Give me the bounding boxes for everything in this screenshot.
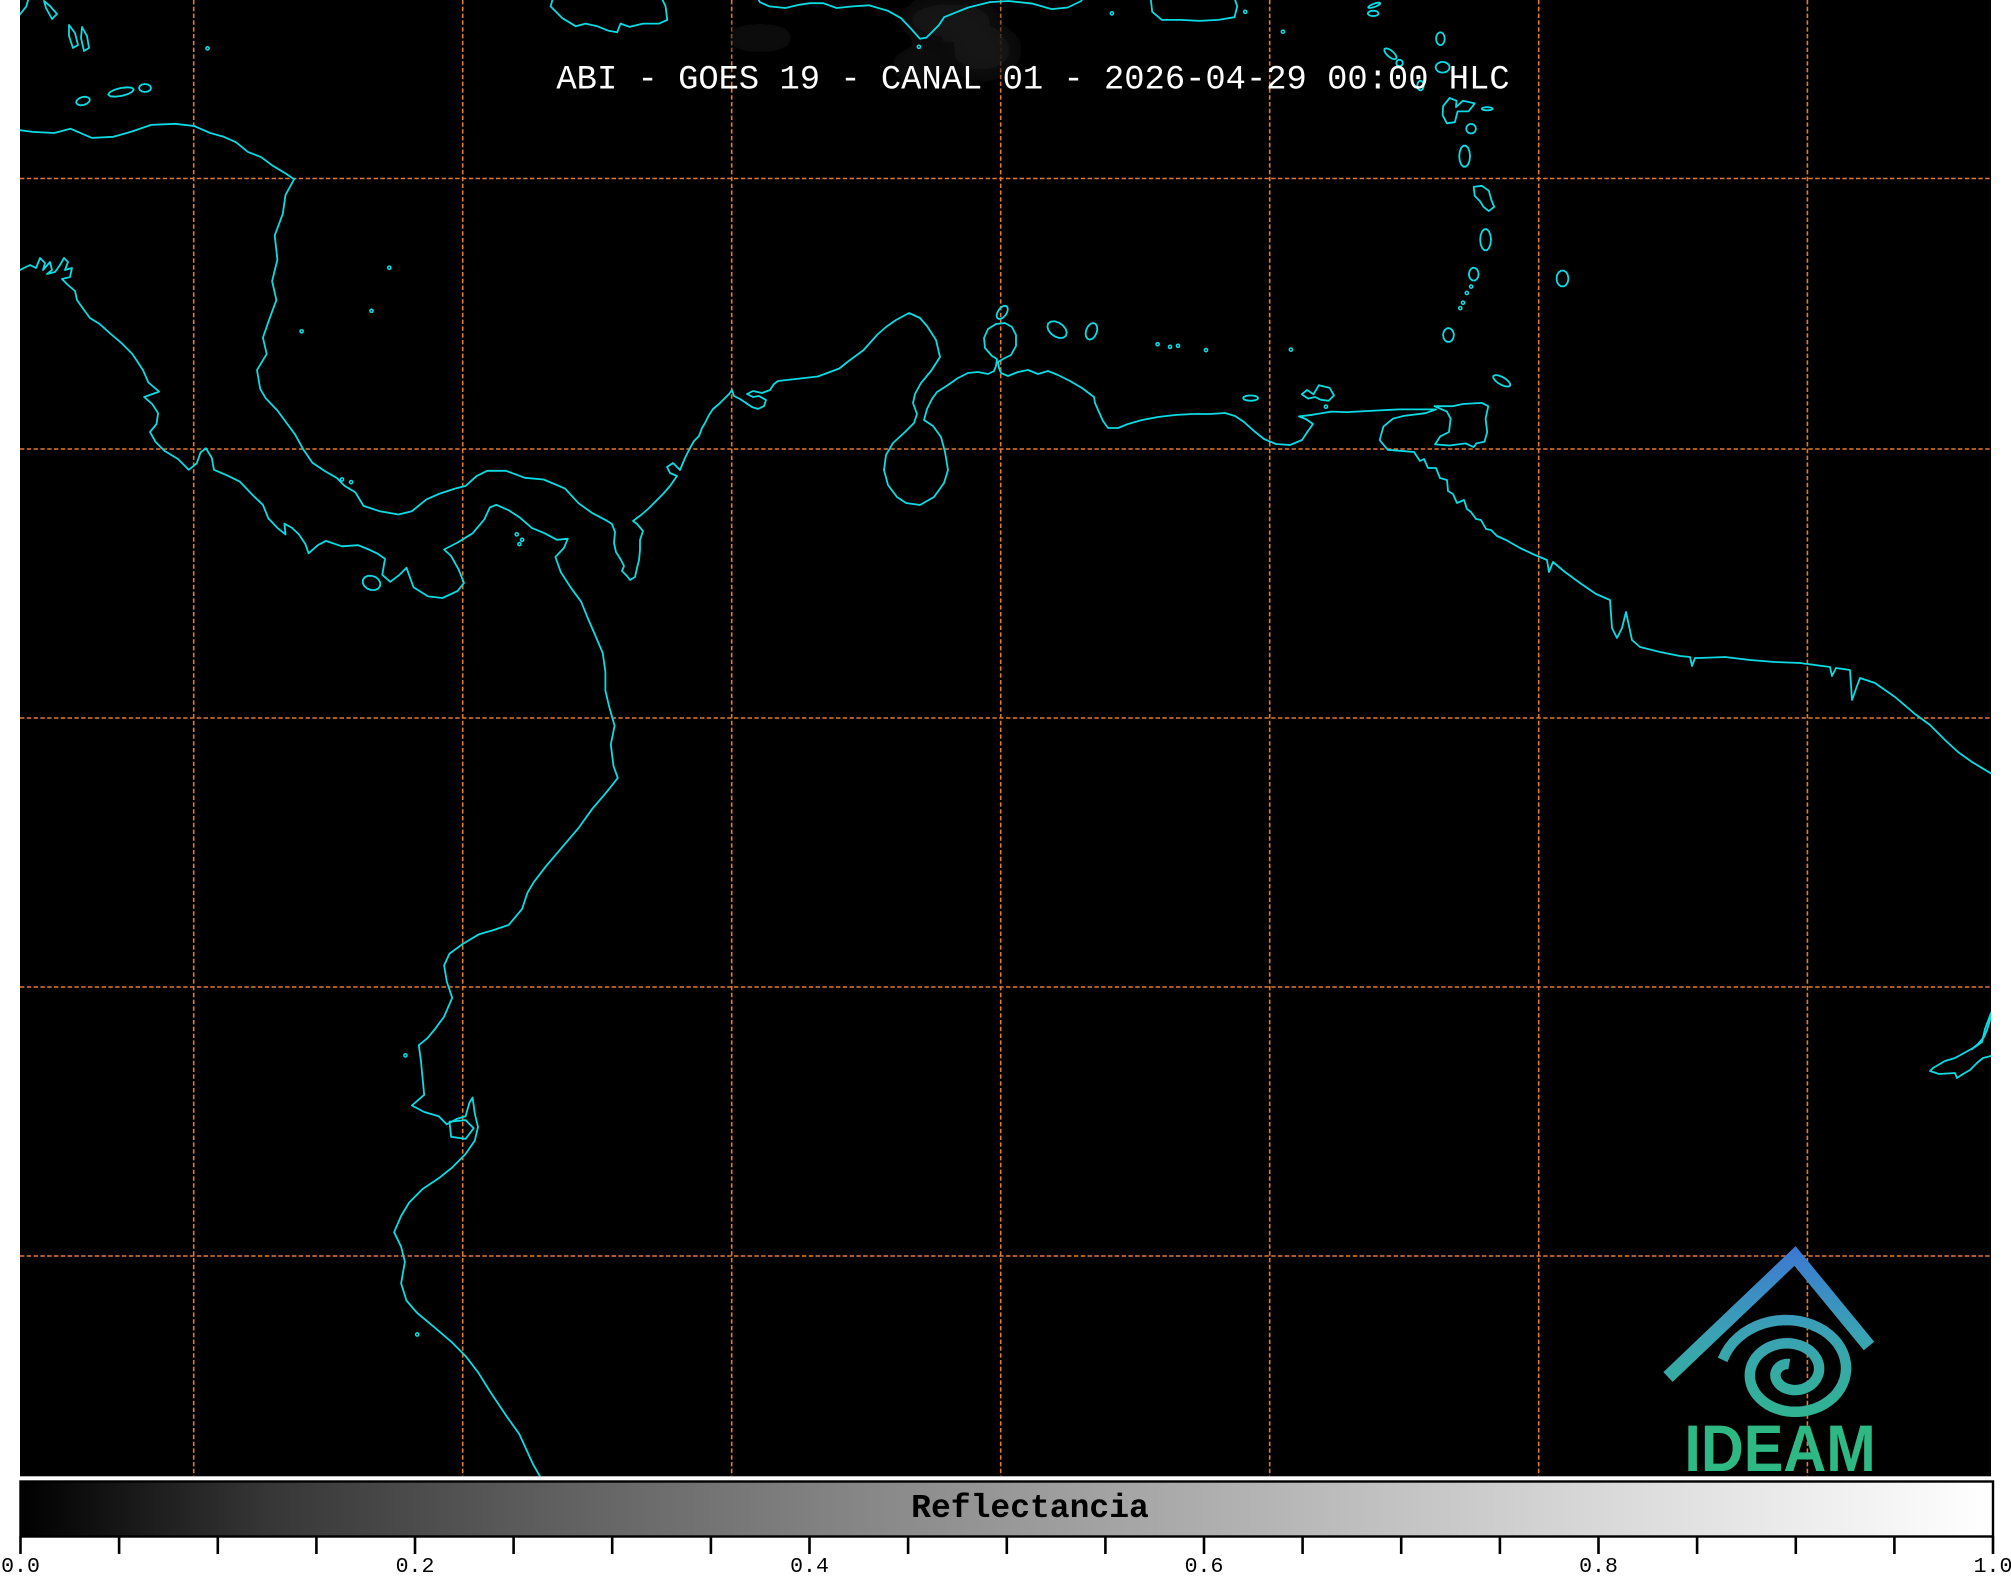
- svg-text:0.8: 0.8: [1579, 1555, 1618, 1577]
- svg-text:0.0: 0.0: [1, 1555, 40, 1577]
- svg-text:0.2: 0.2: [396, 1555, 435, 1577]
- svg-text:IDEAM: IDEAM: [1684, 1412, 1875, 1486]
- svg-text:0.6: 0.6: [1185, 1555, 1224, 1577]
- svg-text:ABI - GOES 19 - CANAL 01 - 202: ABI - GOES 19 - CANAL 01 - 2026-04-29 00…: [556, 62, 1509, 100]
- svg-text:0.4: 0.4: [790, 1555, 829, 1577]
- svg-text:Reflectancia: Reflectancia: [911, 1490, 1149, 1527]
- svg-text:1.0: 1.0: [1974, 1555, 2011, 1577]
